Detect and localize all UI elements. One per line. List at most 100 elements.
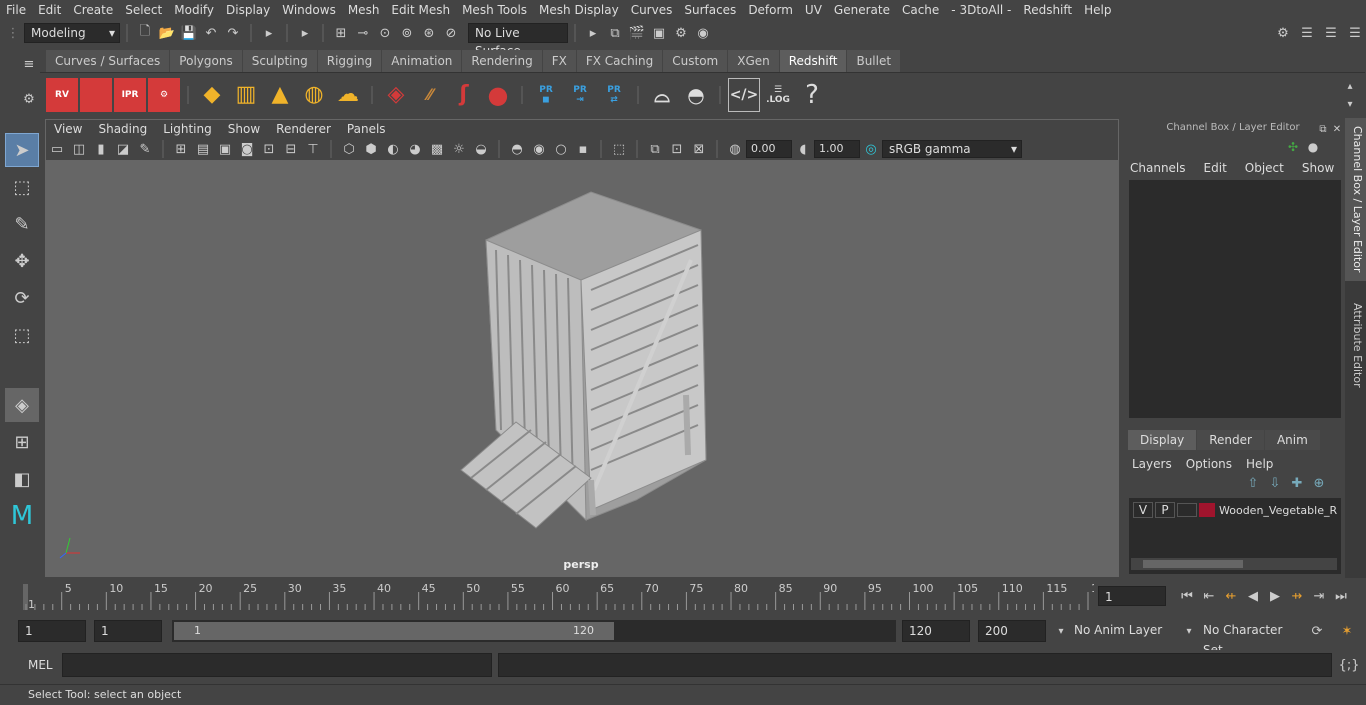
menu-display[interactable]: Display	[220, 0, 276, 20]
undo-icon[interactable]: ↶	[202, 24, 220, 42]
xray-joints-icon[interactable]: ⊡	[668, 140, 686, 158]
component-mask-icon[interactable]: ▸	[296, 24, 314, 42]
workspace-icon[interactable]: ⚙	[1274, 24, 1292, 42]
rs-dome-icon[interactable]: ◍	[298, 78, 330, 112]
grid-icon[interactable]: ⊞	[172, 140, 190, 158]
menu-modify[interactable]: Modify	[168, 0, 220, 20]
snap-view-icon[interactable]: ⊛	[420, 24, 438, 42]
range-slider-handle[interactable]: 1 120	[174, 622, 614, 640]
snap-live-icon[interactable]: ⊘	[442, 24, 460, 42]
layer-menu-help[interactable]: Help	[1246, 457, 1273, 471]
rs-render-settings-button[interactable]: ⚙	[148, 77, 180, 112]
panel-layout-icon[interactable]: ☰	[1346, 24, 1364, 42]
menu-curves[interactable]: Curves	[625, 0, 679, 20]
move-layer-down-icon[interactable]: ⇩	[1266, 474, 1284, 492]
dof-icon[interactable]: ▪	[574, 140, 592, 158]
playback-toggle[interactable]: P	[1155, 502, 1175, 518]
rs-sphere-icon[interactable]: ●	[482, 78, 514, 112]
layer-tab-render[interactable]: Render	[1197, 430, 1264, 450]
play-forward-icon[interactable]: ▶	[1266, 587, 1284, 605]
display-type-toggle[interactable]	[1177, 503, 1197, 517]
gamma-field[interactable]: 1.00	[814, 140, 860, 158]
snap-curve-icon[interactable]: ⊸	[354, 24, 372, 42]
shelf-tab-bullet[interactable]: Bullet	[847, 50, 901, 72]
rs-sun-icon[interactable]: ☁	[332, 78, 364, 112]
viewport[interactable]: View Shading Lighting Show Renderer Panels ▭ …	[45, 119, 1119, 577]
save-scene-icon[interactable]: 💾	[180, 24, 198, 42]
start-time-field[interactable]: 1	[18, 620, 86, 642]
exposure-field[interactable]: 0.00	[746, 140, 792, 158]
history-icon[interactable]: ⧉	[606, 24, 624, 42]
auto-key-icon[interactable]: ⟳	[1308, 622, 1326, 640]
safe-action-icon[interactable]: ⊟	[282, 140, 300, 158]
layout-split-icon[interactable]: ◧	[5, 462, 39, 496]
motion-blur-icon[interactable]: ◉	[530, 140, 548, 158]
mode-dropdown[interactable]: Modeling ▾	[24, 23, 120, 43]
playback-start-field[interactable]: 1	[94, 620, 162, 642]
color-management-icon[interactable]: ◎	[862, 140, 880, 158]
rs-pie-icon[interactable]: ◓	[680, 78, 712, 112]
rs-log-button[interactable]: ☰ .LOG	[762, 78, 794, 112]
step-forward-frame-icon[interactable]: ⇸	[1288, 587, 1306, 605]
viewport-menu-panels[interactable]: Panels	[339, 120, 394, 138]
selection-mask-icon[interactable]: ▸	[260, 24, 278, 42]
snap-grid-icon[interactable]: ⊞	[332, 24, 350, 42]
image-plane-icon[interactable]: ◪	[114, 140, 132, 158]
menu-help[interactable]: Help	[1078, 0, 1117, 20]
script-editor-icon[interactable]: {;}	[1339, 656, 1360, 674]
rs-render-view-button[interactable]: RV	[46, 77, 78, 112]
menu-cache[interactable]: Cache	[896, 0, 945, 20]
playback-end-field[interactable]: 120	[902, 620, 970, 642]
film-gate-icon[interactable]: ▤	[194, 140, 212, 158]
menu-create[interactable]: Create	[67, 0, 119, 20]
new-layer-selected-icon[interactable]: ⊕	[1310, 474, 1328, 492]
wireframe-icon[interactable]: ⬡	[340, 140, 358, 158]
xray-icon[interactable]: ⧉	[646, 140, 664, 158]
snap-point-icon[interactable]: ⊙	[376, 24, 394, 42]
shelf-tab-custom[interactable]: Custom	[663, 50, 728, 72]
shelf-scroll-icon[interactable]: ▾	[1341, 95, 1359, 113]
layer-color-swatch[interactable]	[1199, 503, 1215, 517]
viewport-menu-renderer[interactable]: Renderer	[268, 120, 339, 138]
range-slider[interactable]: 1 120	[172, 620, 896, 642]
camera-icon[interactable]: ▭	[48, 140, 66, 158]
layer-tab-anim[interactable]: Anim	[1264, 430, 1320, 450]
tab-attribute-editor[interactable]: Attribute Editor	[1345, 295, 1366, 396]
lasso-tool-icon[interactable]: ⬚	[5, 170, 39, 204]
menu-icon[interactable]: ≡	[20, 55, 38, 73]
pr-swap-button[interactable]: PR ⇄	[598, 78, 630, 112]
new-layer-icon[interactable]: ✚	[1288, 474, 1306, 492]
viewport-menu-show[interactable]: Show	[220, 120, 268, 138]
safe-title-icon[interactable]: ⊤	[304, 140, 322, 158]
open-scene-icon[interactable]: 📂	[158, 24, 176, 42]
menu-windows[interactable]: Windows	[276, 0, 342, 20]
render-settings-icon[interactable]: ⚙	[672, 24, 690, 42]
redo-icon[interactable]: ↷	[224, 24, 242, 42]
layer-menu-options[interactable]: Options	[1186, 457, 1232, 471]
gear-icon[interactable]: ⚙	[20, 90, 38, 108]
panel-layout-icon[interactable]: ☰	[1322, 24, 1340, 42]
render-frame-icon[interactable]: 🎬	[628, 24, 646, 42]
rs-curve-icon[interactable]: ʃ	[448, 78, 480, 112]
current-frame-marker[interactable]	[23, 584, 28, 610]
colorspace-dropdown[interactable]: sRGB gamma ▾	[882, 140, 1022, 158]
shelf-tab-animation[interactable]: Animation	[382, 50, 462, 72]
scrollbar-thumb[interactable]	[1143, 560, 1243, 568]
shelf-tab-sculpting[interactable]: Sculpting	[242, 50, 317, 72]
xray-components-icon[interactable]: ⊠	[690, 140, 708, 158]
step-back-frame-icon[interactable]: ⇷	[1222, 587, 1240, 605]
command-input[interactable]	[62, 653, 492, 677]
rs-render-button[interactable]	[80, 77, 112, 112]
viewport-menu-shading[interactable]: Shading	[90, 120, 155, 138]
scale-tool-icon[interactable]: ⬚	[5, 318, 39, 352]
menu-edit[interactable]: Edit	[32, 0, 67, 20]
channels-icon[interactable]: ●	[1304, 138, 1322, 156]
script-type-label[interactable]: MEL	[28, 658, 53, 672]
panel-layout-icon[interactable]: ☰	[1298, 24, 1316, 42]
layer-name[interactable]: Wooden_Vegetable_R	[1219, 504, 1337, 517]
go-to-end-icon[interactable]: ⏭	[1332, 587, 1350, 605]
menu-mesh-display[interactable]: Mesh Display	[533, 0, 625, 20]
shelf-tab-fx-caching[interactable]: FX Caching	[576, 50, 663, 72]
shelf-tab-redshift[interactable]: Redshift	[779, 50, 847, 72]
layout-quad-icon[interactable]: ⊞	[5, 425, 39, 459]
